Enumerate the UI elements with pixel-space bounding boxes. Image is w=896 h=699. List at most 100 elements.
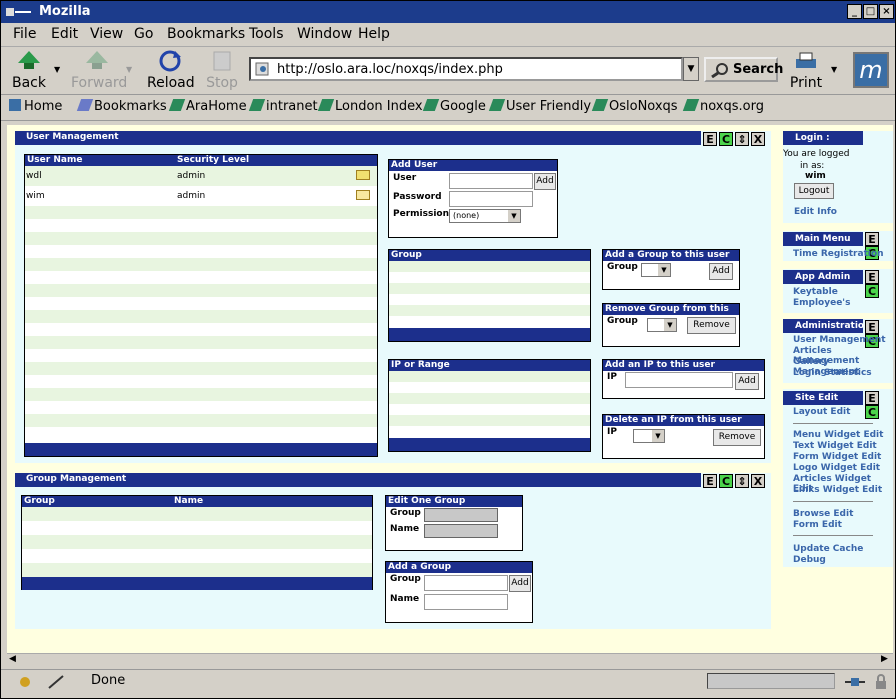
form-widget-edit-link[interactable]: Form Widget Edit [793,452,881,462]
logo-widget-edit-link[interactable]: Logo Widget Edit [793,463,880,473]
edit-button[interactable]: E [865,270,879,284]
printer-icon [796,52,816,68]
close-panel-button[interactable]: X [751,132,765,146]
horizontal-scrollbar[interactable]: ◀ ▶ [7,653,893,667]
edit-button[interactable]: E [865,232,879,246]
login-statistics-link[interactable]: Login Statistics [793,368,872,378]
bookmark-noxqs-org[interactable]: noxqs.org [682,99,764,114]
user-input[interactable] [449,173,533,189]
form-edit-link[interactable]: Form Edit [793,520,842,530]
print-dropdown-icon[interactable]: ▼ [831,65,837,74]
add-group-to-user-title: Add a Group to this user [603,250,739,261]
bookmark-arahome[interactable]: AraHome [168,99,247,114]
delete-ip-select[interactable]: ▼ [633,429,665,443]
add-user-button[interactable]: Add [534,173,556,190]
password-input[interactable] [449,191,533,207]
permission-value: (none) [453,211,480,220]
bookmark-oslonoxqs[interactable]: OsloNoxqs [591,99,678,114]
table-row [25,271,377,284]
collapse-button[interactable]: C [865,405,879,419]
close-button[interactable]: × [879,4,894,19]
new-name-input[interactable] [424,594,508,610]
edit-group-input[interactable] [424,508,498,522]
back-dropdown-icon[interactable]: ▼ [54,65,60,74]
menu-bookmarks[interactable]: Bookmarks [167,26,245,42]
folder-icon[interactable] [356,170,370,180]
forward-dropdown-icon[interactable]: ▼ [126,65,132,74]
edit-button[interactable]: E [703,132,717,146]
time-registration-link[interactable]: Time Registration [793,249,884,259]
add-group-title: Add a Group [386,562,532,573]
bookmark-london-index[interactable]: London Index [317,99,423,114]
menu-widget-edit-link[interactable]: Menu Widget Edit [793,430,883,440]
menu-file[interactable]: File [13,26,36,42]
group-select[interactable]: ▼ [641,263,671,277]
scroll-left-icon[interactable]: ◀ [9,654,16,664]
move-button[interactable]: ⇕ [735,474,749,488]
text-widget-edit-link[interactable]: Text Widget Edit [793,441,877,451]
bookmark-user-friendly[interactable]: User Friendly [488,99,591,114]
edit-button[interactable]: E [865,391,879,405]
remove-group-select[interactable]: ▼ [647,318,677,332]
user-management-link[interactable]: User Management [793,335,886,345]
edit-info-link[interactable]: Edit Info [794,207,837,217]
print-button[interactable]: Print [789,49,823,93]
browse-edit-link[interactable]: Browse Edit [793,509,853,519]
back-button[interactable]: Back [9,49,49,93]
remove-ip-button[interactable]: Remove [713,429,761,446]
links-widget-edit-link[interactable]: Links Widget Edit [793,485,882,495]
forward-button[interactable]: Forward [71,49,127,93]
ip-input[interactable] [625,372,733,388]
add-group-button[interactable]: Add [709,263,733,280]
edit-button[interactable]: E [703,474,717,488]
add-ip-button[interactable]: Add [735,373,759,390]
add-group-button[interactable]: Add [509,575,531,592]
menu-edit[interactable]: Edit [51,26,78,42]
permission-select[interactable]: (none) ▼ [449,209,521,223]
menu-tools[interactable]: Tools [249,26,284,42]
bookmark-home[interactable]: Home [9,99,62,114]
table-row [25,414,377,427]
new-group-input[interactable] [424,575,508,591]
stop-button[interactable]: Stop [205,49,239,93]
navigator-icon[interactable] [15,674,35,690]
bookmark-intranet[interactable]: intranet [248,99,318,114]
folder-open-icon[interactable] [356,190,370,200]
menu-view[interactable]: View [90,26,123,42]
menu-go[interactable]: Go [134,26,153,42]
menu-window[interactable]: Window [297,26,352,42]
remove-group-button[interactable]: Remove [687,317,736,334]
chevron-down-icon: ▼ [508,210,520,222]
edit-button[interactable]: E [865,320,879,334]
group-label: Group [607,262,638,272]
close-panel-button[interactable]: X [751,474,765,488]
collapse-button[interactable]: C [719,132,733,146]
reload-button[interactable]: Reload [147,49,195,93]
composer-icon[interactable] [47,674,67,690]
bookmark-bookmarks[interactable]: Bookmarks [76,99,167,114]
collapse-button[interactable]: C [719,474,733,488]
edit-name-input[interactable] [424,524,498,538]
logout-button[interactable]: Logout [794,183,834,199]
bookmark-google[interactable]: Google [422,99,486,114]
table-row[interactable]: wim admin [25,186,377,206]
maximize-button[interactable]: □ [863,4,878,19]
security-level-cell: admin [177,171,206,181]
update-cache-link[interactable]: Update Cache [793,544,863,554]
col-group: Group [24,496,55,506]
url-dropdown-button[interactable]: ▼ [683,57,699,81]
table-row [22,535,372,549]
employees-link[interactable]: Employee's [793,298,850,308]
scroll-right-icon[interactable]: ▶ [881,654,888,664]
menu-help[interactable]: Help [358,26,390,42]
keytable-link[interactable]: Keytable [793,287,838,297]
url-input[interactable]: http://oslo.ara.loc/noxqs/index.php [249,57,683,81]
search-button[interactable]: Search [704,57,783,82]
table-row[interactable]: wdl admin [25,166,377,186]
layout-edit-link[interactable]: Layout Edit [793,407,850,417]
move-button[interactable]: ⇕ [735,132,749,146]
debug-link[interactable]: Debug [793,555,826,565]
collapse-button[interactable]: C [865,284,879,298]
minimize-button[interactable]: _ [847,4,862,19]
remove-group-form: Remove Group from this user Group ▼ Remo… [602,303,740,347]
